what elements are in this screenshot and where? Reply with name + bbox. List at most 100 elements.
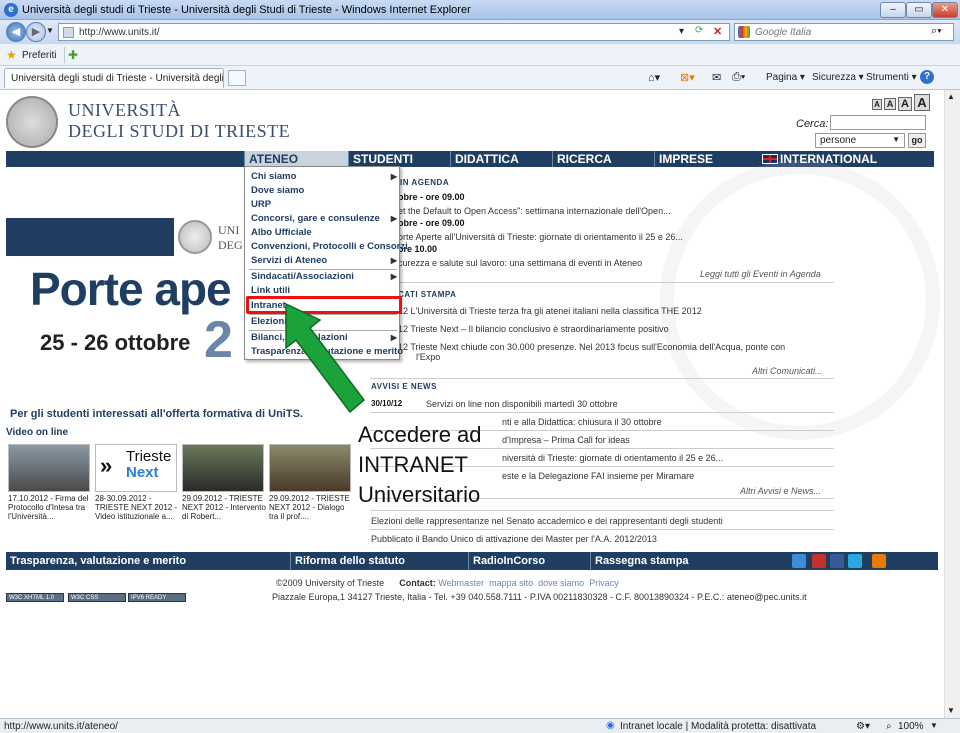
video-thumbnail[interactable] [269,444,351,492]
footer-link-dove-siamo[interactable]: dove siamo [538,578,584,588]
itunes-icon[interactable] [792,554,806,568]
avvisi-extra-item[interactable]: Pubblicato il Bando Unico di attivazione… [371,534,657,544]
site-search-input[interactable] [830,115,926,130]
w3c-xhtml-badge[interactable]: W3C XHTML 1.0 [6,593,64,602]
maximize-button[interactable]: ▭ [906,2,932,18]
zoom-level[interactable]: 100% [898,721,924,732]
footer-link-rassegna[interactable]: Rassegna stampa [590,552,776,570]
stampa-item[interactable]: 12 Trieste Next – Il bilancio conclusivo… [398,324,669,334]
search-box[interactable]: Google Italia ⌕▾ [734,23,954,41]
search-go-button[interactable]: go [908,133,926,148]
video-section-label: Video on line [6,427,69,438]
new-tab-button[interactable] [228,70,246,86]
video-caption[interactable]: 17.10.2012 - Firma del Protocollo d'Inte… [8,494,92,521]
tools-menu[interactable]: Strumenti ▾ [866,72,917,83]
nav-ateneo[interactable]: ATENEO [244,151,348,167]
print-icon[interactable]: ⎙▾ [732,71,745,84]
facebook-icon[interactable] [830,554,844,568]
footer-link-riforma[interactable]: Riforma dello statuto [290,552,468,570]
scroll-up-icon[interactable]: ▲ [947,92,955,101]
minimize-button[interactable]: – [880,2,906,18]
address-bar[interactable]: http://www.units.it/ ▾ ⟳ ✕ [58,23,730,41]
menu-item-servizi-ateneo[interactable]: Servizi di Ateneo ▶ [251,255,397,266]
menu-item-concorsi[interactable]: Concorsi, gare e consulenze ▶ [251,213,397,224]
menu-item-dove-siamo[interactable]: Dove siamo [251,185,304,196]
video-caption[interactable]: 29.09.2012 - TRIESTE NEXT 2012 - Interve… [182,494,266,521]
avvisi-item[interactable]: este e la Delegazione FAI insieme per Mi… [502,471,694,481]
nav-imprese[interactable]: IMPRESE [654,151,756,167]
nav-didattica[interactable]: DIDATTICA [450,151,552,167]
history-dropdown-icon[interactable]: ▼ [46,26,54,35]
footer-link-mappa[interactable]: mappa sito [489,578,533,588]
banner-headline[interactable]: Porte ape [30,262,232,316]
stampa-item-cont[interactable]: l'Expo [416,352,440,362]
agenda-item[interactable]: curezza e salute sul lavoro: una settima… [398,258,642,268]
footer-bar: Trasparenza, valutazione e merito Riform… [6,552,938,570]
nav-ricerca[interactable]: RICERCA [552,151,654,167]
menu-item-urp[interactable]: URP [251,199,271,210]
rss-feed-icon[interactable] [872,554,886,568]
home-icon[interactable]: ⌂▾ [648,71,660,84]
footer-link-trasparenza[interactable]: Trasparenza, valutazione e merito [6,552,290,570]
page-scrollbar[interactable]: ▲ ▼ [944,90,960,718]
footer-link-radio[interactable]: RadioInCorso [468,552,590,570]
university-seal-logo[interactable] [6,96,58,148]
menu-item-chi-siamo[interactable]: Chi siamo ▶ [251,171,397,182]
menu-item-convenzioni[interactable]: Convenzioni, Protocolli e Consorzi [251,241,408,252]
video-thumbnail[interactable] [182,444,264,492]
menu-item-sindacati[interactable]: Sindacati/Associazioni ▶ [251,271,397,282]
agenda-item[interactable]: orte Aperte all'Università di Trieste: g… [398,232,683,242]
text-size-large-button[interactable]: A [898,97,912,111]
stop-icon[interactable]: ✕ [713,25,722,38]
favorites-button[interactable]: Preferiti [22,50,56,61]
browser-tab[interactable]: Università degli studi di Trieste - Univ… [4,68,224,88]
search-icon[interactable]: ⌕▾ [931,25,942,38]
rss-icon[interactable]: ⊠▾ [680,71,695,84]
footer-link-webmaster[interactable]: Webmaster [438,578,484,588]
text-size-xlarge-button[interactable]: A [914,94,930,111]
ipv6-badge[interactable]: IPV6 READY [128,593,186,602]
back-button[interactable]: ◀ [6,22,26,42]
stampa-item[interactable]: 12 L'Università di Trieste terza fra gli… [398,306,702,316]
agenda-item[interactable]: et the Default to Open Access": settiman… [398,206,671,216]
avvisi-item[interactable]: niversità di Trieste: giornate di orient… [502,453,723,463]
scroll-down-icon[interactable]: ▼ [947,706,955,715]
text-size-medium-button[interactable]: A [884,98,896,110]
video-caption[interactable]: 28-30.09.2012 - TRIESTE NEXT 2012 - Vide… [95,494,179,521]
zoom-dropdown-icon[interactable]: ▼ [930,721,938,730]
video-thumbnail[interactable] [8,444,90,492]
avvisi-item[interactable]: nti e alla Didattica: chiusura il 30 ott… [502,417,662,427]
avvisi-heading: AVVISI E NEWS [371,382,437,391]
text-size-small-button[interactable]: A [872,99,882,110]
agenda-more-link[interactable]: Leggi tutti gli Eventi in Agenda [700,269,821,279]
refresh-icon[interactable]: ⟳ [695,25,703,36]
forward-button[interactable]: ▶ [26,22,46,42]
twitter-icon[interactable] [848,554,862,568]
nav-studenti[interactable]: STUDENTI [348,151,450,167]
mail-icon[interactable]: ✉ [712,71,721,84]
university-name[interactable]: UNIVERSITÀ DEGLI STUDI DI TRIESTE [68,100,290,142]
address-dropdown-icon[interactable]: ▾ [679,26,684,37]
protected-mode-icon[interactable]: ⚙▾ [856,721,870,732]
menu-item-link-utili[interactable]: Link utili [251,285,290,296]
security-menu[interactable]: Sicurezza ▾ [812,72,864,83]
footer-link-privacy[interactable]: Privacy [589,578,619,588]
add-favorite-icon[interactable]: ✚ [68,48,78,62]
video-thumbnail[interactable]: » Trieste Next [95,444,177,492]
stampa-item[interactable]: 12 Trieste Next chiude con 30.000 presen… [398,342,785,352]
video-caption[interactable]: 29.09.2012 - TRIESTE NEXT 2012 - Dialogo… [269,494,353,521]
w3c-css-badge[interactable]: W3C CSS [68,593,126,602]
close-window-button[interactable]: ✕ [932,2,958,18]
help-icon[interactable]: ? [920,70,934,84]
avvisi-extra-item[interactable]: Elezioni delle rappresentanze nel Senato… [371,516,723,526]
menu-item-albo-ufficiale[interactable]: Albo Ufficiale [251,227,312,238]
status-zone[interactable]: Intranet locale | Modalità protetta: dis… [620,721,816,732]
page-menu[interactable]: Pagina ▾ [766,72,805,83]
stampa-more-link[interactable]: Altri Comunicati... [752,366,823,376]
avvisi-more-link[interactable]: Altri Avvisi e News... [740,486,821,496]
offerta-link[interactable]: Per gli studenti interessati all'offerta… [10,408,303,420]
avvisi-item[interactable]: d'Impresa – Prima Call for ideas [502,435,630,445]
avvisi-item[interactable]: Servizi on line non disponibili martedì … [426,399,618,409]
youtube-icon[interactable] [812,554,826,568]
search-scope-select[interactable]: persone ▼ [815,133,905,148]
